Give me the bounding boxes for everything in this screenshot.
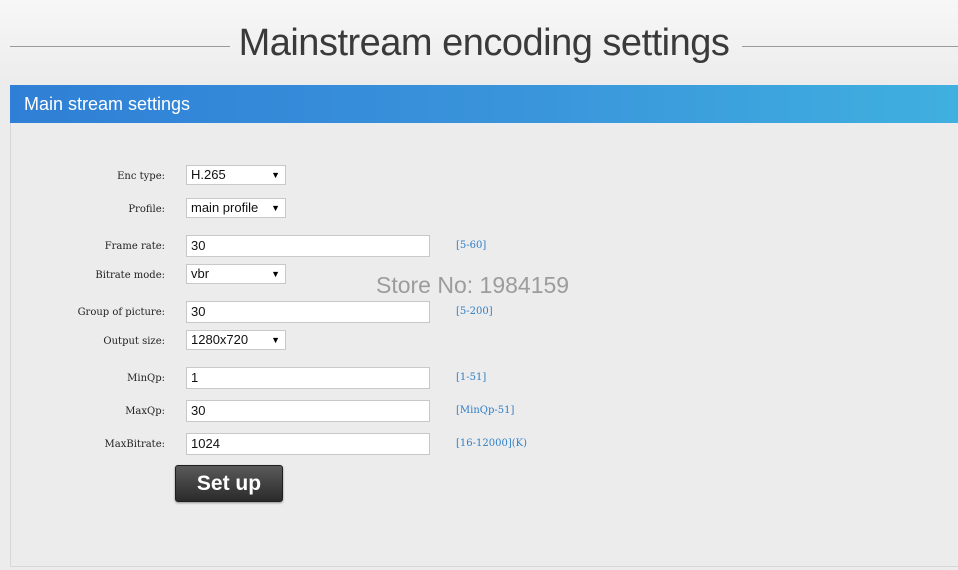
min-qp-label: MinQp: <box>127 373 165 384</box>
chevron-down-icon: ▼ <box>271 269 280 279</box>
max-bitrate-row: MaxBitrate: 1024 [16-12000](K) <box>11 433 951 457</box>
bitrate-mode-select[interactable]: vbr ▼ <box>186 264 286 284</box>
enc-type-select[interactable]: H.265 ▼ <box>186 165 286 185</box>
max-bitrate-label: MaxBitrate: <box>104 439 165 450</box>
max-bitrate-range-hint: [16-12000](K) <box>456 438 527 449</box>
output-size-label: Output size: <box>103 336 165 347</box>
max-qp-range-hint: [MinQp-51] <box>456 405 515 416</box>
page-header: Mainstream encoding settings <box>0 0 958 86</box>
section-header: Main stream settings <box>10 85 958 130</box>
section-title: Main stream settings <box>24 94 191 114</box>
gop-input[interactable]: 30 <box>186 301 430 323</box>
max-qp-label: MaxQp: <box>125 406 165 417</box>
max-bitrate-input[interactable]: 1024 <box>186 433 430 455</box>
set-up-button[interactable]: Set up <box>175 465 283 502</box>
min-qp-input[interactable]: 1 <box>186 367 430 389</box>
gop-row: Group of picture: 30 [5-200] <box>11 301 951 325</box>
chevron-down-icon: ▼ <box>271 203 280 213</box>
frame-rate-range-hint: [5-60] <box>456 240 487 251</box>
bitrate-mode-value: vbr <box>191 266 210 281</box>
enc-type-value: H.265 <box>191 167 226 182</box>
profile-select[interactable]: main profile ▼ <box>186 198 286 218</box>
max-qp-row: MaxQp: 30 [MinQp-51] <box>11 400 951 424</box>
frame-rate-row: Frame rate: 30 [5-60] <box>11 235 951 259</box>
enc-type-row: Enc type: H.265 ▼ <box>11 165 951 189</box>
output-size-select[interactable]: 1280x720 ▼ <box>186 330 286 350</box>
frame-rate-label: Frame rate: <box>104 241 165 252</box>
max-qp-input[interactable]: 30 <box>186 400 430 422</box>
header-divider-right <box>742 46 958 47</box>
gop-label: Group of picture: <box>77 307 165 318</box>
frame-rate-input[interactable]: 30 <box>186 235 430 257</box>
min-qp-range-hint: [1-51] <box>456 372 487 383</box>
min-qp-row: MinQp: 1 [1-51] <box>11 367 951 391</box>
settings-panel: Enc type: H.265 ▼ Profile: main profile … <box>10 123 958 567</box>
gop-range-hint: [5-200] <box>456 306 493 317</box>
profile-label: Profile: <box>128 204 165 215</box>
page-title: Mainstream encoding settings <box>238 22 730 64</box>
bitrate-mode-label: Bitrate mode: <box>95 270 165 281</box>
enc-type-label: Enc type: <box>117 171 165 182</box>
output-size-row: Output size: 1280x720 ▼ <box>11 330 951 354</box>
chevron-down-icon: ▼ <box>271 170 280 180</box>
store-watermark: Store No: 1984159 <box>376 272 570 298</box>
chevron-down-icon: ▼ <box>271 335 280 345</box>
output-size-value: 1280x720 <box>191 332 249 347</box>
profile-row: Profile: main profile ▼ <box>11 198 951 222</box>
profile-value: main profile <box>191 200 259 215</box>
